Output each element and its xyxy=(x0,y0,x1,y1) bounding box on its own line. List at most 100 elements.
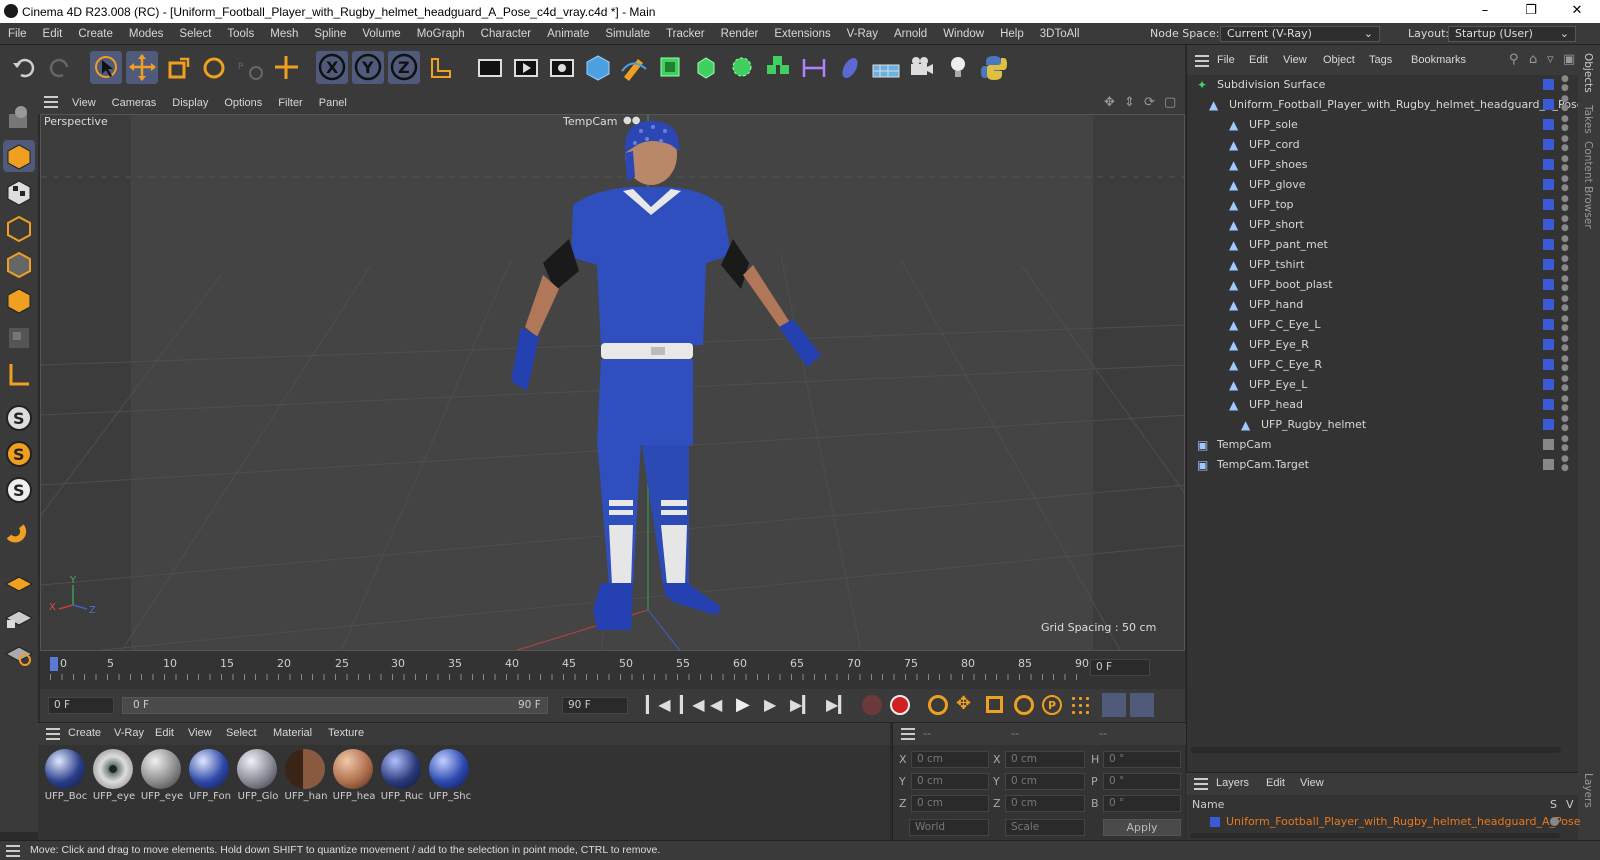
layer-color-tag[interactable] xyxy=(1543,139,1554,150)
material-menu-select[interactable]: Select xyxy=(226,727,257,739)
filter-icon[interactable]: ▿ xyxy=(1547,52,1554,67)
layer-color-tag[interactable] xyxy=(1543,119,1554,130)
rot-h-field[interactable]: 0 ° xyxy=(1103,751,1181,768)
size-x-field[interactable]: 0 cm xyxy=(1005,751,1085,768)
go-to-start-icon[interactable]: ▎◀ xyxy=(646,695,671,714)
render-view-icon[interactable] xyxy=(474,51,506,84)
visibility-dots-icon[interactable]: ● ● xyxy=(1561,215,1569,233)
previous-frame-icon[interactable]: ◀ xyxy=(710,695,722,714)
start-frame-field[interactable]: 0 F xyxy=(48,697,114,714)
minimize-button[interactable]: – xyxy=(1462,0,1508,23)
pos-y-field[interactable]: 0 cm xyxy=(911,773,989,790)
viewport-perspective[interactable]: Perspective TempCam ●● Grid Spacing : 50… xyxy=(40,114,1185,651)
material-swatch[interactable]: UFP_eye xyxy=(90,749,138,809)
hamburger-icon[interactable] xyxy=(6,845,20,860)
material-swatch[interactable]: UFP_Glo xyxy=(234,749,282,809)
object-row[interactable]: ▲ UFP_Rugby_helmet ● ● xyxy=(1187,415,1579,435)
live-selection-icon[interactable] xyxy=(270,51,302,84)
polygons-mode-icon[interactable] xyxy=(3,284,35,316)
menu-animate[interactable]: Animate xyxy=(539,28,597,40)
axis-mode-icon[interactable] xyxy=(3,358,35,390)
x-axis-lock-icon[interactable]: X xyxy=(316,51,348,84)
object-row[interactable]: ▲ UFP_top ● ● xyxy=(1187,195,1579,215)
magnet-icon[interactable] xyxy=(3,520,35,552)
viewport-menu-options[interactable]: Options xyxy=(216,97,270,109)
extrude-icon[interactable] xyxy=(690,51,722,84)
current-frame-field[interactable]: 0 F xyxy=(1090,659,1150,676)
end-frame-field[interactable]: 90 F xyxy=(562,697,628,714)
material-swatch[interactable]: UFP_Fon xyxy=(186,749,234,809)
horizontal-scrollbar[interactable] xyxy=(1190,833,1560,838)
pen-spline-icon[interactable] xyxy=(618,51,650,84)
layer-menu-layers[interactable]: Layers xyxy=(1216,777,1249,789)
undo-icon[interactable] xyxy=(8,51,40,84)
rotate-tool-icon[interactable] xyxy=(198,51,230,84)
array-icon[interactable] xyxy=(762,51,794,84)
timeline-layout-icon[interactable] xyxy=(1130,693,1154,717)
visibility-dots-icon[interactable]: ● ● xyxy=(1561,315,1569,333)
material-menu-create[interactable]: Create xyxy=(68,727,101,739)
viewport-menu-display[interactable]: Display xyxy=(164,97,216,109)
menu-window[interactable]: Window xyxy=(935,28,992,40)
layer-menu-view[interactable]: View xyxy=(1300,777,1324,789)
layer-color-tag[interactable] xyxy=(1543,299,1554,310)
hamburger-icon[interactable] xyxy=(1194,778,1208,793)
pos-x-field[interactable]: 0 cm xyxy=(911,751,989,768)
material-swatch[interactable]: UFP_eye xyxy=(138,749,186,809)
layer-color-tag[interactable] xyxy=(1543,259,1554,270)
layer-color-tag[interactable] xyxy=(1543,99,1554,110)
rot-b-field[interactable]: 0 ° xyxy=(1103,795,1181,812)
object-row[interactable]: ▲ UFP_C_Eye_L ● ● xyxy=(1187,315,1579,335)
grid-rotate-icon[interactable] xyxy=(3,636,35,668)
frame-range-slider[interactable]: 0 F 90 F xyxy=(122,697,548,714)
visibility-dots-icon[interactable]: ● ● xyxy=(1561,115,1569,133)
object-row[interactable]: ▲ Uniform_Football_Player_with_Rugby_helm… xyxy=(1187,95,1584,115)
material-menu-vray[interactable]: V-Ray xyxy=(114,727,144,739)
cloner-icon[interactable] xyxy=(726,51,758,84)
home-icon[interactable]: ⌂ xyxy=(1529,52,1537,67)
menu-render[interactable]: Render xyxy=(713,28,767,40)
layer-color-tag[interactable] xyxy=(1543,319,1554,330)
workplane-icon[interactable] xyxy=(3,566,35,598)
visibility-dots-icon[interactable]: ● ● xyxy=(1561,95,1569,113)
pan-view-icon[interactable]: ✥ xyxy=(1104,95,1115,110)
visibility-dots-icon[interactable]: ● ● xyxy=(1561,395,1569,413)
menu-tracker[interactable]: Tracker xyxy=(658,28,713,40)
material-swatch[interactable]: UFP_Ruc xyxy=(378,749,426,809)
object-row[interactable]: ▲ UFP_pant_met ● ● xyxy=(1187,235,1579,255)
recent-tool-icon[interactable]: P xyxy=(234,51,266,84)
menu-character[interactable]: Character xyxy=(473,28,540,40)
visibility-dots-icon[interactable]: ● ● xyxy=(1561,435,1569,453)
close-button[interactable]: ✕ xyxy=(1554,0,1600,23)
select-tool-icon[interactable] xyxy=(90,51,122,84)
viewport-menu-panel[interactable]: Panel xyxy=(311,97,355,109)
subdivision-surface-icon[interactable] xyxy=(654,51,686,84)
play-icon[interactable]: ▶ xyxy=(736,694,750,715)
menu-extensions[interactable]: Extensions xyxy=(766,28,838,40)
scale-tool-icon[interactable] xyxy=(162,51,194,84)
render-picture-viewer-icon[interactable] xyxy=(510,51,542,84)
new-window-icon[interactable]: ▣ xyxy=(1563,52,1575,67)
layer-color-tag[interactable] xyxy=(1543,339,1554,350)
node-space-dropdown[interactable]: Current (V-Ray) ⌄ xyxy=(1220,26,1380,42)
make-editable-icon[interactable] xyxy=(3,100,35,132)
object-row[interactable]: ▣ TempCam.Target ● ● xyxy=(1187,455,1579,475)
object-menu-bookmarks[interactable]: Bookmarks xyxy=(1411,54,1466,66)
layer-color-tag[interactable] xyxy=(1543,159,1554,170)
layer-color-tag[interactable] xyxy=(1543,199,1554,210)
visibility-dots-icon[interactable]: ● ● xyxy=(1561,455,1569,473)
menu-select[interactable]: Select xyxy=(171,28,219,40)
visibility-dots-icon[interactable]: ● ● xyxy=(1561,155,1569,173)
layer-tag-icon[interactable] xyxy=(1543,439,1554,450)
horizontal-scrollbar[interactable] xyxy=(1191,747,1561,753)
visibility-dots-icon[interactable]: ● ● xyxy=(1561,235,1569,253)
tab-content-browser[interactable]: Content Browser xyxy=(1582,141,1594,229)
object-row[interactable]: ▣ TempCam ● ● xyxy=(1187,435,1579,455)
layer-row[interactable]: Uniform_Football_Player_with_Rugby_helme… xyxy=(1186,813,1581,831)
layer-color-tag[interactable] xyxy=(1543,239,1554,250)
deformer-icon[interactable] xyxy=(798,51,830,84)
visibility-dots-icon[interactable]: ● ● xyxy=(1561,335,1569,353)
hamburger-icon[interactable] xyxy=(44,96,58,108)
cube-icon[interactable] xyxy=(582,51,614,84)
menu-modes[interactable]: Modes xyxy=(121,28,172,40)
